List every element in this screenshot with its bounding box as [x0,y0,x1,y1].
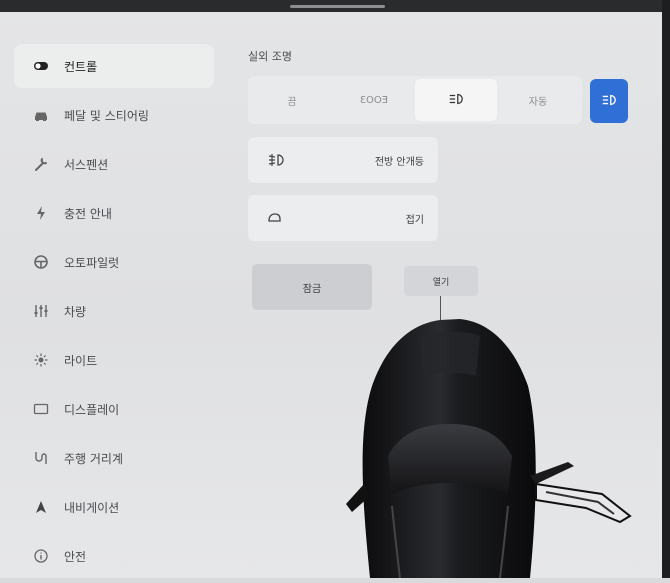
lightning-icon [32,204,50,222]
lighting-option-off[interactable]: 끔 [251,79,333,121]
sidebar-item-label: 라이트 [64,353,98,368]
sidebar: 컨트롤 페달 및 스티어링 서스펜션 충전 안내 오토파일럿 차량 라이트 디스… [14,44,214,583]
sidebar-item-label: 컨트롤 [64,59,98,74]
car-icon [32,106,50,124]
sidebar-item-label: 충전 안내 [64,206,112,221]
fog-light-icon [266,152,286,168]
sidebar-item-lights[interactable]: 라이트 [14,338,214,382]
lighting-selector: 끔 ƐOOƎ 자동 [248,76,582,124]
sidebar-item-label: 디스플레이 [64,402,120,417]
sidebar-item-label: 주행 거리계 [64,451,124,466]
sliders-icon [32,302,50,320]
mirror-fold-button[interactable]: 접기 [248,195,438,241]
sidebar-item-label: 내비게이션 [64,500,120,515]
trip-icon [32,449,50,467]
info-icon [32,547,50,565]
lighting-option-label: 자동 [528,96,548,108]
sidebar-item-pedals[interactable]: 페달 및 스티어링 [14,93,214,137]
display-icon [32,400,50,418]
headlight-icon [601,92,617,111]
lighting-option-auto[interactable]: 자동 [497,79,579,121]
sidebar-item-safety[interactable]: 안전 [14,534,214,578]
sidebar-item-controls[interactable]: 컨트롤 [14,44,214,88]
lighting-option-parking[interactable]: ƐOOƎ [333,79,415,121]
sidebar-item-display[interactable]: 디스플레이 [14,387,214,431]
sidebar-item-label: 차량 [64,304,87,319]
sidebar-item-label: 페달 및 스티어링 [64,108,149,123]
toggle-icon [32,57,50,75]
top-notch [290,5,385,8]
steering-wheel-icon [32,253,50,271]
lock-button[interactable]: 잠금 [252,264,372,310]
mirror-fold-label: 접기 [405,214,424,226]
fog-light-label: 전방 안개등 [374,156,424,168]
sidebar-item-suspension[interactable]: 서스펜션 [14,142,214,186]
sidebar-item-label: 오토파일럿 [64,255,120,270]
sidebar-item-label: 안전 [64,549,87,564]
fog-light-button[interactable]: 전방 안개등 [248,137,438,183]
lighting-option-on[interactable] [415,79,497,121]
sidebar-item-charging[interactable]: 충전 안내 [14,191,214,235]
lighting-option-label: ƐOOƎ [359,94,389,106]
sidebar-item-label: 서스펜션 [64,157,109,172]
sidebar-item-autopilot[interactable]: 오토파일럿 [14,240,214,284]
headlight-icon [448,92,464,109]
sidebar-item-vehicle[interactable]: 차량 [14,289,214,333]
sidebar-item-navigation[interactable]: 내비게이션 [14,485,214,529]
mirror-icon [266,210,286,226]
lighting-title: 실외 조명 [248,50,292,63]
frunk-open-button[interactable]: 열기 [404,266,478,296]
navigation-icon [32,498,50,516]
lighting-option-label: 끔 [287,96,297,108]
sun-icon [32,351,50,369]
car-top-view [346,319,632,578]
auto-high-beam-button[interactable] [590,79,628,123]
wrench-icon [32,155,50,173]
sidebar-item-trips[interactable]: 주행 거리계 [14,436,214,480]
right-bezel [662,0,670,578]
